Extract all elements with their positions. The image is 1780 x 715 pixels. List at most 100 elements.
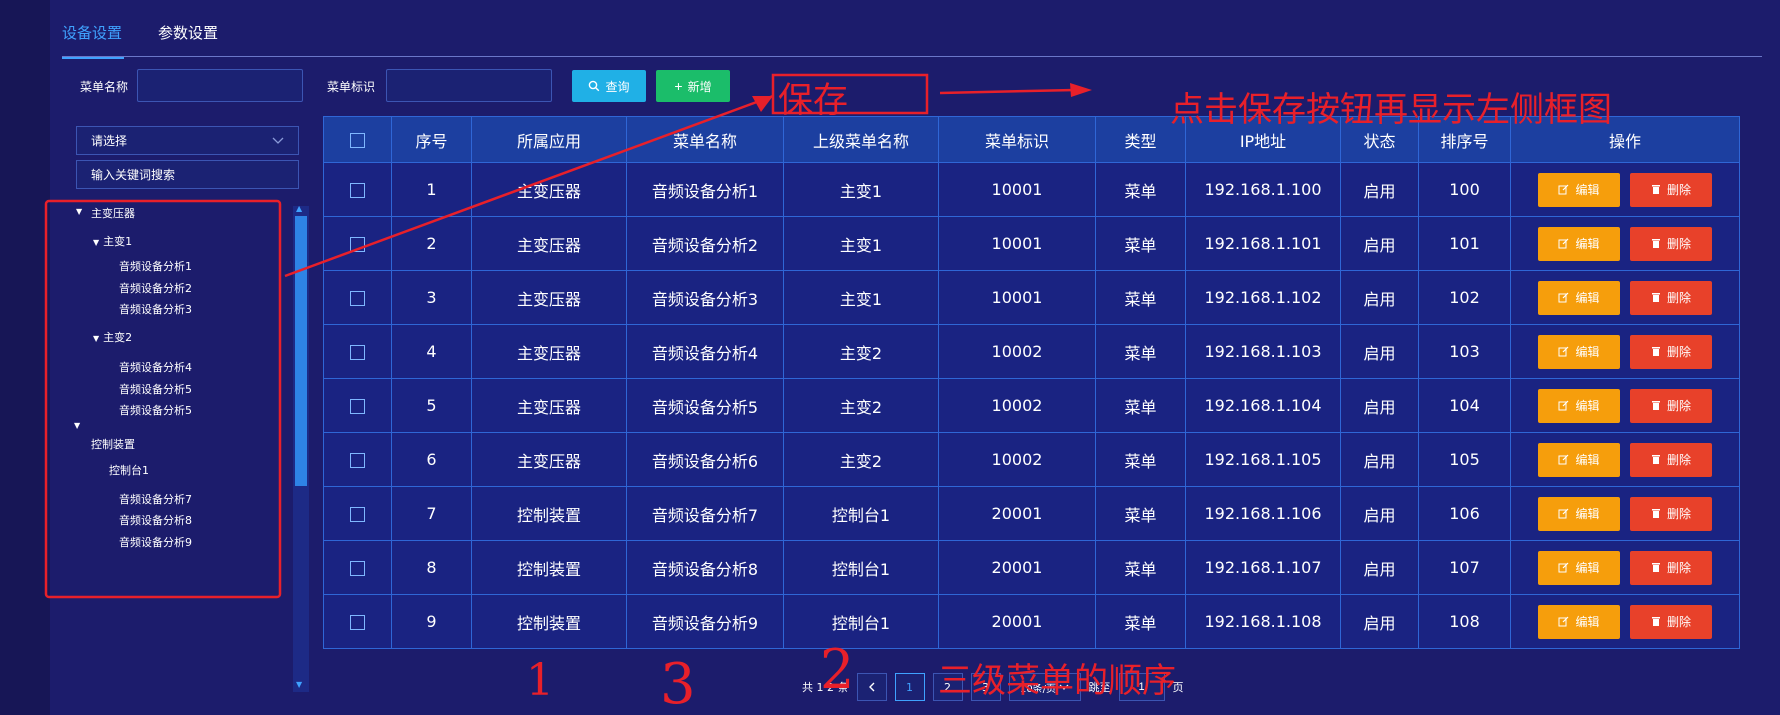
tree-leaf[interactable]: 音频设备分析4	[119, 359, 192, 375]
table-cell: 启用	[1340, 216, 1419, 271]
edit-button-label: 编辑	[1575, 345, 1600, 359]
delete-button[interactable]: 删除	[1630, 172, 1712, 207]
row-checkbox[interactable]	[350, 183, 365, 198]
tab-device-settings[interactable]: 设备设置	[62, 22, 125, 59]
table-cell: 192.168.1.101	[1185, 216, 1341, 271]
row-checkbox[interactable]	[350, 399, 365, 414]
tree-node-console-1[interactable]: 控制台1	[109, 462, 149, 478]
column-header: 上级菜单名称	[783, 116, 939, 163]
tree-node-transformer-1[interactable]: ▼ 主变1	[93, 233, 132, 249]
chevron-down-icon	[272, 137, 284, 144]
table-cell: 3	[391, 270, 472, 325]
tab-divider	[62, 56, 1762, 57]
edit-button[interactable]: 编辑	[1538, 442, 1620, 477]
tree-node-transformer-2[interactable]: ▼ 主变2	[93, 329, 132, 345]
table-cell: 192.168.1.106	[1185, 486, 1341, 541]
edit-button[interactable]: 编辑	[1538, 604, 1620, 639]
edit-button[interactable]: 编辑	[1538, 172, 1620, 207]
trash-icon	[1651, 347, 1660, 356]
delete-button-label: 删除	[1666, 291, 1691, 305]
table-cell: 10002	[938, 432, 1096, 487]
delete-button[interactable]: 删除	[1630, 496, 1712, 531]
select-all-checkbox[interactable]	[350, 133, 365, 148]
table-cell: 192.168.1.108	[1185, 594, 1341, 649]
edit-button[interactable]: 编辑	[1538, 334, 1620, 369]
table-cell: 音频设备分析8	[626, 540, 784, 595]
scroll-up-icon[interactable]: ▲	[296, 204, 302, 213]
row-actions-cell: 编辑 删除	[1510, 486, 1740, 541]
edit-button[interactable]: 编辑	[1538, 226, 1620, 261]
row-select-cell	[323, 270, 392, 325]
tree-leaf[interactable]: 音频设备分析7	[119, 491, 192, 507]
tree-expand-toggle[interactable]: ▼	[76, 204, 86, 217]
tree-leaf[interactable]: 音频设备分析2	[119, 280, 192, 296]
handwritten-number: 1	[526, 655, 554, 706]
delete-button-label: 删除	[1666, 237, 1691, 251]
edit-icon	[1558, 184, 1569, 195]
tree-leaf[interactable]: 音频设备分析8	[119, 512, 192, 528]
tree-search-input[interactable]: 输入关键词搜索	[76, 160, 299, 189]
menu-id-input[interactable]	[386, 69, 552, 102]
table-cell: 音频设备分析1	[626, 162, 784, 217]
row-checkbox[interactable]	[350, 237, 365, 252]
row-checkbox[interactable]	[350, 453, 365, 468]
delete-button[interactable]: 删除	[1630, 442, 1712, 477]
delete-button[interactable]: 删除	[1630, 226, 1712, 261]
table-cell: 102	[1418, 270, 1511, 325]
scrollbar-thumb[interactable]	[295, 216, 307, 486]
tree-leaf[interactable]: 音频设备分析5	[119, 381, 192, 397]
delete-button[interactable]: 删除	[1630, 334, 1712, 369]
tree-expand-toggle[interactable]: ▼	[74, 418, 84, 431]
application-select[interactable]: 请选择	[76, 126, 299, 155]
row-checkbox[interactable]	[350, 507, 365, 522]
tree-leaf[interactable]: 音频设备分析9	[119, 534, 192, 550]
trash-icon	[1651, 185, 1660, 194]
row-select-cell	[323, 594, 392, 649]
trash-icon	[1651, 401, 1660, 410]
edit-button[interactable]: 编辑	[1538, 388, 1620, 423]
tree-leaf[interactable]: 音频设备分析3	[119, 301, 192, 317]
table-cell: 主变2	[783, 432, 939, 487]
table-cell: 192.168.1.105	[1185, 432, 1341, 487]
delete-button[interactable]: 删除	[1630, 280, 1712, 315]
table-cell: 7	[391, 486, 472, 541]
add-button[interactable]: + 新增	[656, 70, 730, 102]
tree-node-transformer[interactable]: 主变压器	[91, 205, 135, 221]
delete-button[interactable]: 删除	[1630, 388, 1712, 423]
row-select-cell	[323, 324, 392, 379]
edit-button[interactable]: 编辑	[1538, 550, 1620, 585]
query-button[interactable]: 查询	[572, 70, 646, 102]
row-checkbox[interactable]	[350, 561, 365, 576]
edit-button[interactable]: 编辑	[1538, 496, 1620, 531]
edit-button-label: 编辑	[1575, 507, 1600, 521]
row-checkbox[interactable]	[350, 345, 365, 360]
table-cell: 菜单	[1095, 270, 1186, 325]
table-cell: 108	[1418, 594, 1511, 649]
table-cell: 控制装置	[471, 594, 627, 649]
delete-button[interactable]: 删除	[1630, 604, 1712, 639]
annotation-save: 保存	[778, 81, 849, 121]
table-cell: 菜单	[1095, 324, 1186, 379]
table-cell: 20001	[938, 486, 1096, 541]
tree-leaf[interactable]: 音频设备分析1	[119, 258, 192, 274]
tree-scrollbar[interactable]: ▲ ▼	[293, 204, 309, 692]
delete-button-label: 删除	[1666, 183, 1691, 197]
delete-button[interactable]: 删除	[1630, 550, 1712, 585]
row-checkbox[interactable]	[350, 291, 365, 306]
table-cell: 启用	[1340, 270, 1419, 325]
handwritten-number: 2	[820, 638, 855, 701]
table-cell: 104	[1418, 378, 1511, 433]
tree-node-control-device[interactable]: 控制装置	[91, 436, 135, 452]
table-row: 1 主变压器 音频设备分析1 主变1 10001 菜单 192.168.1.100 启用 100…	[323, 162, 1740, 217]
delete-button-label: 删除	[1666, 615, 1691, 629]
prev-page-button[interactable]	[856, 673, 887, 701]
row-checkbox[interactable]	[350, 615, 365, 630]
tab-parameter-settings[interactable]: 参数设置	[158, 22, 218, 55]
table-row: 8 控制装置 音频设备分析8 控制台1 20001 菜单 192.168.1.107 启用 10…	[323, 540, 1740, 595]
menu-name-input[interactable]	[137, 69, 303, 102]
tree-leaf[interactable]: 音频设备分析5	[119, 402, 192, 418]
scroll-down-icon[interactable]: ▼	[296, 680, 302, 689]
table-cell: 20001	[938, 540, 1096, 595]
page-button-current[interactable]: 1	[894, 673, 925, 701]
edit-button[interactable]: 编辑	[1538, 280, 1620, 315]
